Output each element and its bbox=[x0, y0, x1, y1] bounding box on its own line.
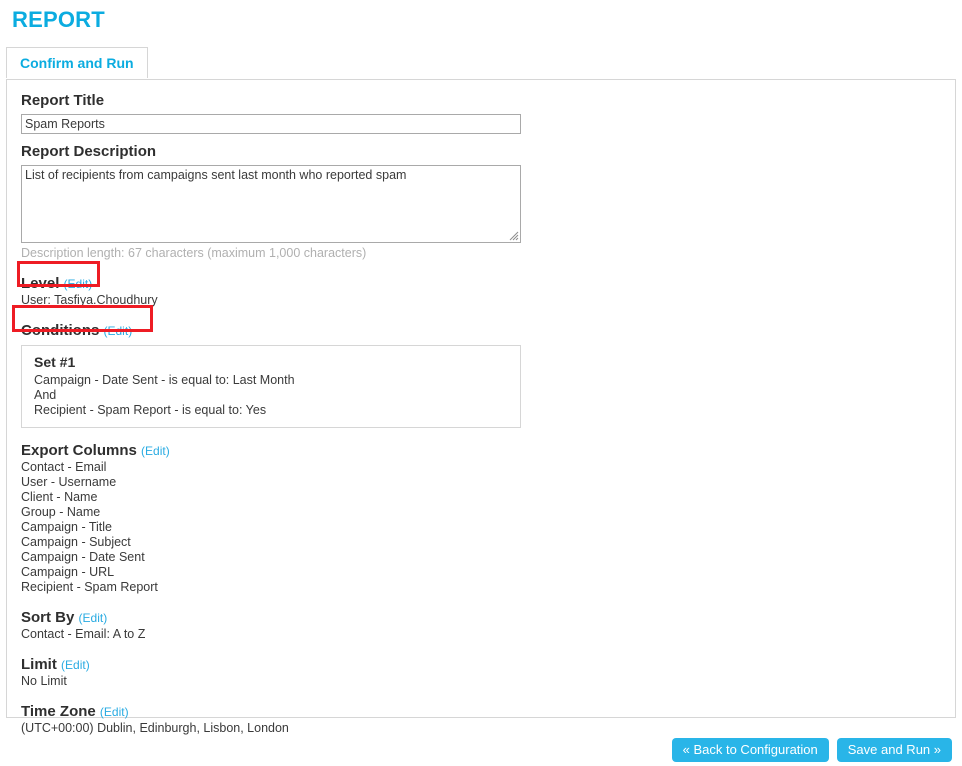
list-item: Group - Name bbox=[21, 505, 101, 519]
sort-by-edit-link[interactable]: Edit bbox=[83, 611, 104, 625]
conditions-title: Conditions bbox=[21, 322, 100, 339]
level-title: Level bbox=[21, 275, 60, 292]
export-columns-section-header: Export Columns (Edit) bbox=[21, 442, 941, 460]
list-item: Recipient - Spam Report bbox=[21, 580, 158, 594]
description-length-helper: Description length: 67 characters (maxim… bbox=[21, 246, 367, 260]
time-zone-value: (UTC+00:00) Dublin, Edinburgh, Lisbon, L… bbox=[21, 721, 289, 735]
condition-line: Recipient - Spam Report - is equal to: Y… bbox=[34, 403, 267, 417]
level-section-header: Level (Edit) bbox=[21, 275, 941, 293]
back-to-configuration-button[interactable]: « Back to Configuration bbox=[671, 738, 829, 762]
report-summary-panel: Report Title Report Description Descript… bbox=[6, 79, 956, 735]
limit-value: No Limit bbox=[21, 674, 67, 688]
level-edit-close-paren: ) bbox=[88, 277, 93, 291]
report-description-label: Report Description bbox=[21, 143, 157, 160]
limit-section-header: Limit (Edit) bbox=[21, 656, 941, 674]
conditions-set-box: Set #1 Campaign - Date Sent - is equal t… bbox=[21, 345, 521, 428]
limit-edit-close-paren: ) bbox=[85, 658, 90, 672]
list-item: Contact - Email bbox=[21, 460, 107, 474]
sort-by-section-header: Sort By (Edit) bbox=[21, 609, 941, 627]
footer-actions: « Back to Configuration Save and Run » bbox=[671, 738, 952, 762]
export-columns-edit-close-paren: ) bbox=[165, 444, 170, 458]
conditions-set-title: Set #1 bbox=[34, 354, 76, 370]
page-title: REPORT bbox=[12, 7, 105, 32]
time-zone-edit-close-paren: ) bbox=[124, 705, 129, 719]
list-item: Campaign - Title bbox=[21, 520, 113, 534]
conditions-edit-close-paren: ) bbox=[128, 324, 133, 338]
level-edit-link[interactable]: Edit bbox=[68, 277, 89, 291]
report-title-label: Report Title bbox=[21, 92, 105, 109]
sort-by-title: Sort By bbox=[21, 609, 75, 626]
export-columns-list: Contact - Email User - Username Client -… bbox=[21, 460, 941, 595]
tab-confirm-and-run[interactable]: Confirm and Run bbox=[6, 47, 148, 78]
conditions-edit-link[interactable]: Edit bbox=[108, 324, 129, 338]
save-and-run-button[interactable]: Save and Run » bbox=[836, 738, 952, 762]
time-zone-section-header: Time Zone (Edit) bbox=[21, 703, 941, 721]
limit-edit-link[interactable]: Edit bbox=[65, 658, 86, 672]
limit-title: Limit bbox=[21, 656, 57, 673]
sort-by-edit-close-paren: ) bbox=[103, 611, 108, 625]
report-description-textarea[interactable] bbox=[21, 165, 521, 243]
list-item: Client - Name bbox=[21, 490, 98, 504]
tab-strip: Confirm and Run bbox=[6, 47, 956, 79]
export-columns-edit-link[interactable]: Edit bbox=[145, 444, 166, 458]
time-zone-edit-link[interactable]: Edit bbox=[104, 705, 125, 719]
list-item: Campaign - URL bbox=[21, 565, 115, 579]
time-zone-title: Time Zone bbox=[21, 703, 96, 720]
list-item: Campaign - Subject bbox=[21, 535, 131, 549]
condition-line: Campaign - Date Sent - is equal to: Last… bbox=[34, 373, 295, 387]
list-item: User - Username bbox=[21, 475, 117, 489]
conditions-section-header: Conditions (Edit) bbox=[21, 322, 941, 340]
export-columns-title: Export Columns bbox=[21, 442, 137, 459]
report-description-wrapper bbox=[21, 165, 521, 243]
list-item: Campaign - Date Sent bbox=[21, 550, 145, 564]
report-title-input[interactable] bbox=[21, 114, 521, 134]
level-value: User: Tasfiya.Choudhury bbox=[21, 293, 158, 307]
sort-by-value: Contact - Email: A to Z bbox=[21, 627, 146, 641]
condition-operator: And bbox=[34, 388, 57, 402]
